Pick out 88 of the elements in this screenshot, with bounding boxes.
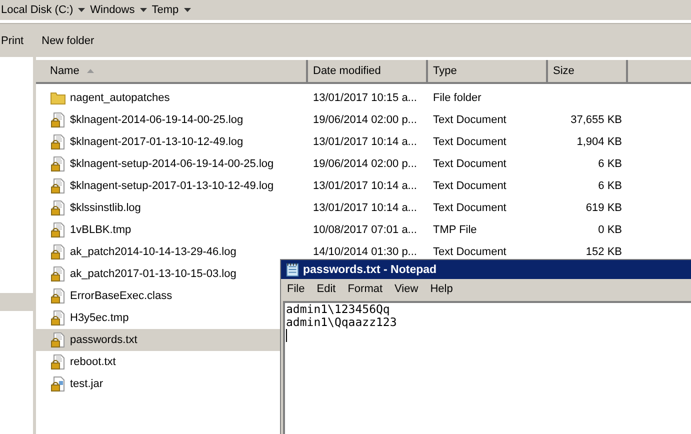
size-cell-text: 37,655 KB [570,114,623,126]
file-name-cell[interactable]: nagent_autopatches [36,87,280,109]
file-name: passwords.txt [70,334,138,346]
file-name-cell[interactable]: ErrorBaseExec.class [36,285,280,307]
date-cell-text: 13/01/2017 10:14 a... [312,180,418,192]
date-cell-text: 13/01/2017 10:15 a... [312,92,418,104]
locked-file-icon [50,288,66,304]
file-name: $klnagent-setup-2014-06-19-14-00-25.log [70,158,274,170]
locked-file-icon [50,134,66,150]
file-name-cell[interactable]: $klnagent-setup-2017-01-13-10-12-49.log [36,175,280,197]
file-name: test.jar [70,378,104,390]
file-name: $klssinstlib.log [70,202,141,214]
size-cell-text: 619 KB [584,202,623,214]
menu-item[interactable]: Format [348,283,383,295]
file-name: ak_patch2017-01-13-10-15-03.log [70,268,236,280]
date-cell-text: 13/01/2017 10:14 a... [312,202,418,214]
file-name-cell[interactable]: $klnagent-2014-06-19-14-00-25.log [36,109,280,131]
menu-item[interactable]: Help [430,283,453,295]
breadcrumb-item[interactable]: Local Disk (C:) [1,4,74,16]
file-name-cell[interactable]: ak_patch2017-01-13-10-15-03.log [36,263,280,285]
type-cell-text: Text Document [432,246,508,258]
file-name: ErrorBaseExec.class [70,290,172,302]
column-header[interactable]: Name [36,60,308,82]
date-cell-text: 10/08/2017 07:01 a... [312,224,418,236]
toolbar-button[interactable]: New folder [42,34,94,46]
menu-item[interactable]: File [287,283,305,295]
folder-icon [50,90,66,106]
date-cell-text: 19/06/2014 02:00 p... [312,158,418,170]
locked-file-icon [50,332,66,348]
window-title: passwords.txt - Notepad [303,264,437,276]
type-cell-text: Text Document [432,158,508,170]
file-name-cell[interactable]: $klnagent-setup-2014-06-19-14-00-25.log [36,153,280,175]
file-name-cell[interactable]: H3y5ec.tmp [36,307,280,329]
locked-file-icon [50,310,66,326]
date-cell-text: 13/01/2017 10:14 a... [312,136,418,148]
file-name-cell[interactable]: passwords.txt [36,329,280,351]
dropdown-arrow-icon[interactable] [184,8,191,12]
breadcrumb-item[interactable]: Windows [90,4,135,16]
size-cell-text: 6 KB [597,180,623,192]
menu-item[interactable]: View [394,283,418,295]
type-cell-text: Text Document [432,180,508,192]
file-name-cell[interactable]: $klssinstlib.log [36,197,280,219]
locked-file-icon [50,178,66,194]
text-cursor [286,329,287,342]
column-header[interactable]: Type [428,60,548,82]
type-cell-text: File folder [432,92,482,104]
text-area[interactable]: admin1\123456Qq admin1\Qqaazz123 [283,301,691,434]
locked-file-icon [50,376,66,392]
locked-file-icon [50,156,66,172]
locked-file-icon [50,354,66,370]
text-line: admin1\123456Qq [286,303,391,316]
locked-file-icon [50,200,66,216]
date-cell-text: 19/06/2014 02:00 p... [312,114,418,126]
file-name: $klnagent-2014-06-19-14-00-25.log [70,114,244,126]
locked-file-icon [50,266,66,282]
text-line: admin1\Qqaazz123 [286,316,398,329]
locked-file-icon [50,222,66,238]
file-name-cell[interactable]: $klnagent-2017-01-13-10-12-49.log [36,131,280,153]
file-name: $klnagent-2017-01-13-10-12-49.log [70,136,244,148]
file-name: ak_patch2014-10-14-13-29-46.log [70,246,236,258]
size-cell-text: 0 KB [597,224,623,236]
breadcrumb-item[interactable]: Temp [152,4,179,16]
file-name: $klnagent-setup-2017-01-13-10-12-49.log [70,180,274,192]
file-name-cell[interactable]: test.jar [36,373,280,395]
menu-item[interactable]: Edit [316,283,336,295]
notepad-icon [285,262,300,277]
type-cell-text: Text Document [432,202,508,214]
date-cell-text: 14/10/2014 01:30 p... [312,246,418,258]
column-header[interactable]: Date modified [308,60,428,82]
toolbar-button[interactable]: Print [1,34,24,46]
column-header[interactable]: Size [548,60,628,82]
file-name-cell[interactable]: reboot.txt [36,351,280,373]
locked-file-icon [50,244,66,260]
file-name: 1vBLBK.tmp [70,224,132,236]
type-cell-text: Text Document [432,136,508,148]
size-cell-text: 152 KB [584,246,623,258]
file-name: H3y5ec.tmp [70,312,129,324]
file-name-cell[interactable]: 1vBLBK.tmp [36,219,280,241]
dropdown-arrow-icon[interactable] [78,8,86,12]
type-cell-text: TMP File [432,224,478,236]
file-name-cell[interactable]: ak_patch2014-10-14-13-29-46.log [36,241,280,263]
locked-file-icon [50,112,66,128]
dropdown-arrow-icon[interactable] [140,8,147,12]
file-name: nagent_autopatches [70,92,170,104]
size-cell-text: 1,904 KB [576,136,623,148]
type-cell-text: Text Document [432,114,508,126]
file-name: reboot.txt [70,356,116,368]
size-cell-text: 6 KB [597,158,623,170]
